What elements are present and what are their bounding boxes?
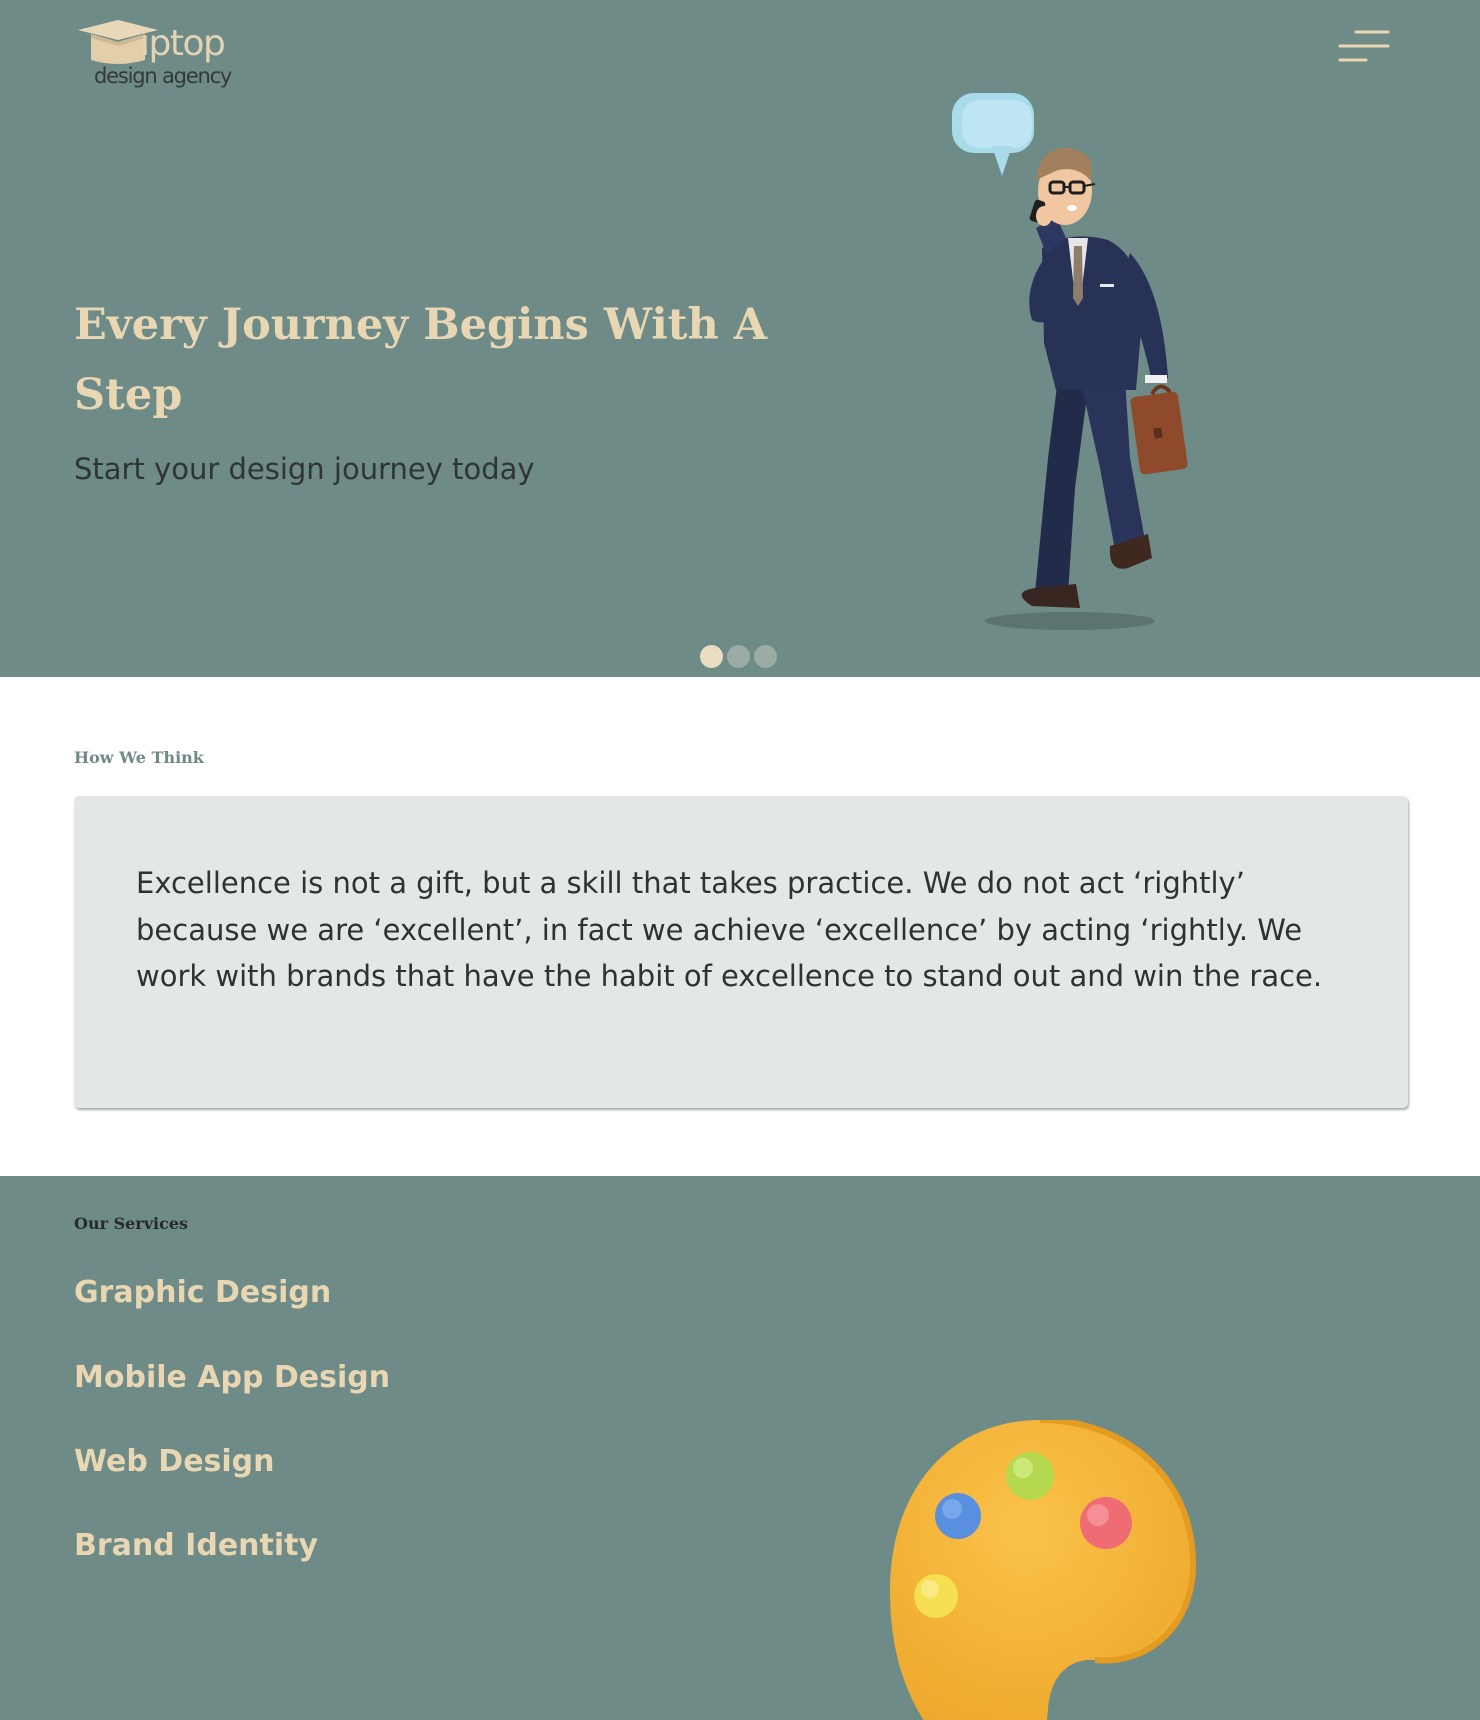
hero-title: Every Journey Begins With A Step	[74, 300, 768, 420]
service-graphic-design[interactable]: Graphic Design	[74, 1275, 331, 1310]
section-label-how-we-think: How We Think	[74, 748, 204, 767]
slide-dot-3[interactable]	[754, 645, 777, 668]
hamburger-menu-icon[interactable]	[1336, 28, 1390, 70]
slide-dot-1[interactable]	[700, 645, 723, 668]
hero-section: iptop design agency Every Journey Begins…	[0, 0, 1480, 677]
service-mobile-app-design[interactable]: Mobile App Design	[74, 1360, 390, 1395]
philosophy-card: Excellence is not a gift, but a skill th…	[74, 796, 1408, 1108]
paint-palette-illustration	[890, 1420, 1197, 1720]
slide-dot-2[interactable]	[727, 645, 750, 668]
brand-tagline: design agency	[94, 64, 232, 88]
hero-subtitle: Start your design journey today	[74, 452, 535, 486]
services-section: Our Services Graphic Design Mobile App D…	[0, 1176, 1480, 1720]
service-brand-identity[interactable]: Brand Identity	[74, 1528, 318, 1563]
speech-bubble-icon	[952, 93, 1034, 176]
philosophy-text: Excellence is not a gift, but a skill th…	[136, 866, 1323, 993]
brand-name: iptop	[140, 23, 226, 64]
section-label-our-services: Our Services	[74, 1214, 189, 1233]
businessman-illustration	[952, 93, 1188, 630]
slider-dots	[700, 645, 777, 669]
brand-logo[interactable]: iptop design agency	[76, 18, 251, 96]
service-web-design[interactable]: Web Design	[74, 1444, 275, 1479]
